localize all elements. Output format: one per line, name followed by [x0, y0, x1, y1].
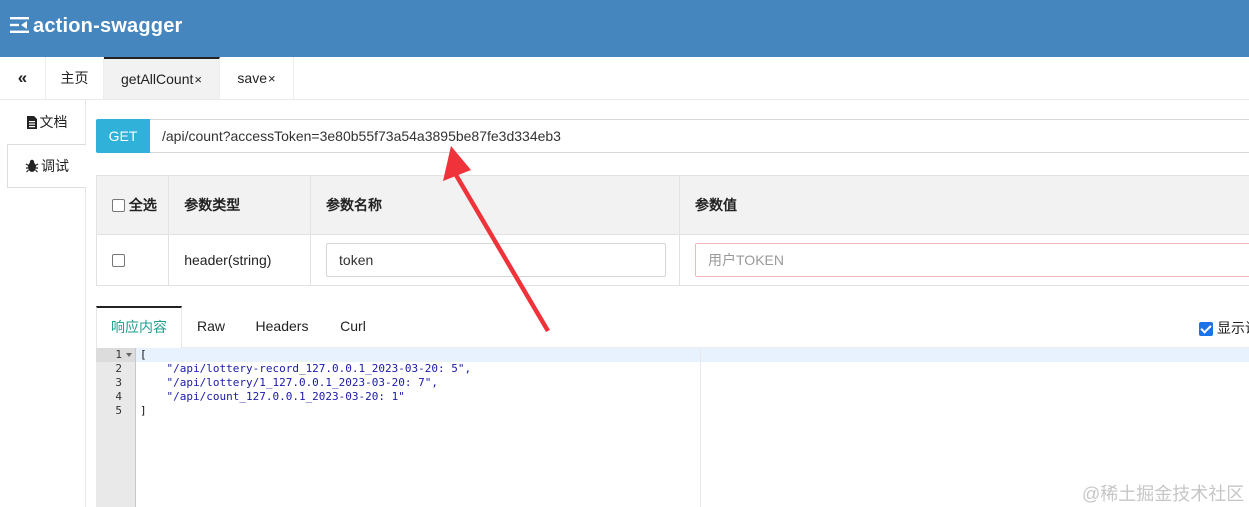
- code-line: "/api/count_127.0.0.1_2023-03-20: 1": [140, 390, 405, 403]
- line-number: 2: [115, 362, 122, 375]
- tab-label: getAllCount: [121, 71, 194, 87]
- select-all-label: 全选: [128, 197, 157, 213]
- sidebar: 文档 调试: [0, 100, 86, 507]
- line-number: 5: [115, 404, 122, 417]
- code-line: ]: [140, 404, 147, 417]
- sidebar-item-debug[interactable]: 调试: [7, 144, 86, 188]
- param-type-cell: header(string): [168, 234, 312, 286]
- response-editor[interactable]: 1 2 3 4 5 [ "/api/lottery-record_127.0.0…: [96, 348, 1249, 507]
- double-chevron-left-icon[interactable]: «: [0, 57, 46, 99]
- param-value-input[interactable]: [695, 243, 1249, 277]
- param-name-input[interactable]: [326, 243, 667, 277]
- tab-label: 主页: [60, 70, 89, 86]
- bug-icon: [25, 159, 39, 173]
- print-margin: [700, 348, 701, 507]
- close-icon[interactable]: ×: [194, 72, 202, 87]
- watermark: @稀土掘金技术社区: [1082, 484, 1245, 504]
- close-icon[interactable]: ×: [268, 71, 276, 86]
- app-header: action-swagger: [0, 0, 1249, 57]
- tab-curl[interactable]: Curl: [324, 306, 382, 347]
- select-all-header: 全选: [95, 175, 170, 235]
- params-table: 全选 参数类型 参数名称 参数值 header(string): [95, 175, 1249, 286]
- request-bar: GET /api/count?accessToken=3e80b55f73a54…: [96, 119, 1249, 153]
- checkbox-checked-icon[interactable]: [1199, 322, 1213, 336]
- http-method-button[interactable]: GET: [96, 119, 150, 153]
- show-description-label: 显示说: [1217, 320, 1249, 336]
- line-number: 3: [115, 376, 122, 389]
- tab-save[interactable]: save×: [220, 57, 294, 99]
- row-select-cell: [95, 234, 170, 286]
- menu-fold-icon[interactable]: [10, 16, 29, 34]
- tab-label: save: [237, 70, 267, 86]
- tab-getallcount[interactable]: getAllCount×: [104, 57, 220, 99]
- response-tabs: 响应内容 Raw Headers Curl 显示说: [96, 306, 1249, 349]
- code-line: "/api/lottery/1_127.0.0.1_2023-03-20: 7"…: [140, 376, 439, 389]
- table-row: header(string): [95, 234, 1249, 286]
- tab-home[interactable]: 主页: [46, 57, 104, 99]
- line-number: 1: [96, 348, 135, 362]
- tab-raw[interactable]: Raw: [182, 306, 240, 347]
- param-value-cell: [679, 234, 1249, 286]
- select-all-checkbox[interactable]: [112, 199, 125, 212]
- code-content[interactable]: [ "/api/lottery-record_127.0.0.1_2023-03…: [136, 348, 1249, 418]
- code-line: [: [136, 348, 1249, 362]
- sidebar-item-label: 调试: [41, 158, 69, 174]
- column-header: 参数值: [679, 175, 1249, 235]
- line-number: 4: [115, 390, 122, 403]
- tab-response-content[interactable]: 响应内容: [96, 306, 182, 349]
- line-number-gutter: 1 2 3 4 5: [96, 348, 136, 507]
- tab-bar: « 主页 getAllCount× save×: [0, 57, 1249, 100]
- code-line: "/api/lottery-record_127.0.0.1_2023-03-2…: [140, 362, 472, 375]
- column-header: 参数名称: [310, 175, 680, 235]
- show-description-toggle[interactable]: 显示说: [1199, 318, 1249, 338]
- fold-arrow-icon[interactable]: [126, 353, 132, 357]
- column-header: 参数类型: [168, 175, 312, 235]
- params-header-row: 全选 参数类型 参数名称 参数值: [95, 175, 1249, 235]
- document-icon: [26, 115, 37, 129]
- param-name-cell: [310, 234, 680, 286]
- sidebar-item-label: 文档: [39, 114, 68, 130]
- url-input[interactable]: /api/count?accessToken=3e80b55f73a54a389…: [150, 119, 1249, 153]
- row-checkbox[interactable]: [112, 254, 125, 267]
- sidebar-item-docs[interactable]: 文档: [7, 100, 86, 144]
- app-title: action-swagger: [33, 15, 183, 37]
- tab-headers[interactable]: Headers: [240, 306, 324, 347]
